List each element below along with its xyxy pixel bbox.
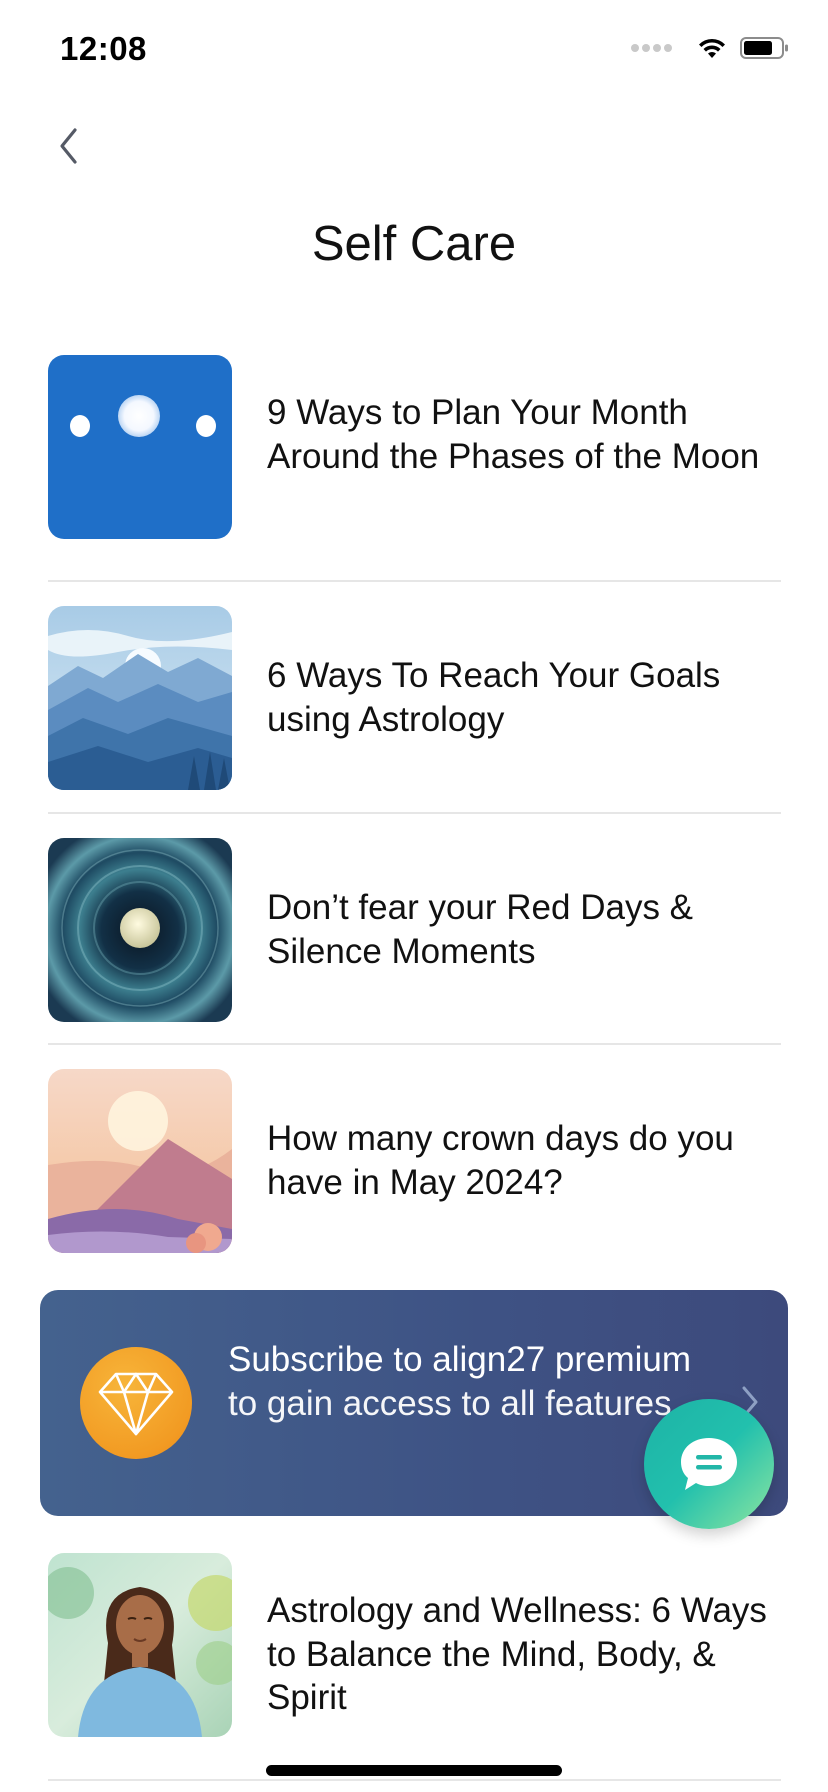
premium-gem-badge (80, 1347, 192, 1459)
divider (48, 1043, 781, 1045)
article-thumbnail (48, 838, 232, 1022)
article-item-moon-phases[interactable]: 9 Ways to Plan Your Month Around the Pha… (48, 355, 781, 539)
article-thumbnail (48, 355, 232, 539)
article-thumbnail (48, 1069, 232, 1253)
status-bar: 12:08 (0, 0, 828, 100)
article-thumbnail (48, 606, 232, 790)
article-item-red-days[interactable]: Don’t fear your Red Days & Silence Momen… (48, 838, 781, 1022)
article-item-goals-astrology[interactable]: 6 Ways To Reach Your Goals using Astrolo… (48, 606, 781, 790)
diamond-icon (98, 1372, 174, 1436)
article-title: 9 Ways to Plan Your Month Around the Pha… (267, 393, 760, 476)
article-item-astrology-wellness[interactable]: Astrology and Wellness: 6 Ways to Balanc… (48, 1553, 781, 1737)
back-button[interactable] (48, 124, 88, 168)
promo-text: Subscribe to align27 premium to gain acc… (228, 1338, 708, 1425)
wifi-icon (699, 38, 725, 58)
article-thumbnail (48, 1553, 232, 1737)
page-title: Self Care (311, 217, 517, 271)
divider (48, 1779, 781, 1781)
promo-rest: to gain access to all features (228, 1383, 672, 1423)
article-item-crown-days[interactable]: How many crown days do you have in May 2… (48, 1069, 781, 1253)
chat-button[interactable] (644, 1399, 774, 1529)
divider (48, 580, 781, 582)
article-title: 6 Ways To Reach Your Goals using Astrolo… (267, 656, 721, 739)
article-title: Astrology and Wellness: 6 Ways to Balanc… (267, 1591, 767, 1717)
cellular-signal-icon (631, 44, 672, 52)
chat-bubble-icon (681, 1438, 737, 1490)
article-title: How many crown days do you have in May 2… (267, 1119, 734, 1202)
promo-highlight: Subscribe to align27 premium (228, 1340, 692, 1379)
status-time: 12:08 (60, 30, 147, 67)
status-icons (631, 36, 790, 60)
article-title: Don’t fear your Red Days & Silence Momen… (267, 888, 694, 971)
battery-icon (740, 37, 788, 59)
divider (48, 812, 781, 814)
home-indicator (266, 1765, 562, 1776)
back-chevron-icon (60, 128, 77, 164)
